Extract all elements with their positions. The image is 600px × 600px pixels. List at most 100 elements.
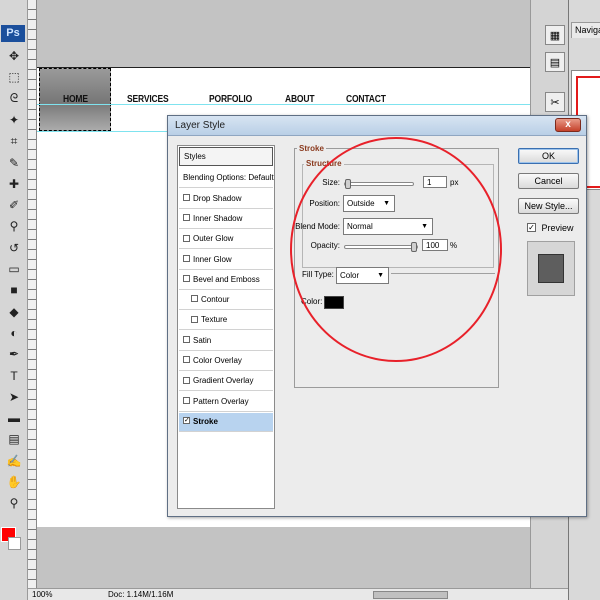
guide-line	[37, 104, 530, 105]
zoom-icon[interactable]: ⚲	[5, 494, 23, 512]
blend-mode-select[interactable]: Normal ▼	[343, 218, 433, 235]
style-item-color-overlay[interactable]: Color Overlay	[179, 352, 273, 371]
history-brush-icon[interactable]: ↺	[5, 239, 23, 257]
size-input[interactable]: 1	[423, 176, 447, 188]
tab-navigator[interactable]: Navigat	[571, 22, 600, 38]
vertical-ruler	[28, 0, 37, 588]
style-item-inner-glow[interactable]: Inner Glow	[179, 251, 273, 270]
notes-icon[interactable]: ▤	[5, 430, 23, 448]
magic-wand-icon[interactable]: ✦	[5, 111, 23, 129]
eyedropper2-icon[interactable]: ✍	[5, 452, 23, 470]
chevron-down-icon: ▼	[377, 272, 384, 279]
close-button[interactable]: x	[555, 118, 581, 132]
tools-panel-icon[interactable]: ✂	[545, 92, 565, 112]
position-select[interactable]: Outside ▼	[343, 195, 395, 212]
move-icon[interactable]: ✥	[5, 47, 23, 65]
ok-button[interactable]: OK	[518, 148, 579, 164]
size-slider[interactable]	[344, 179, 414, 189]
style-item-contour[interactable]: Contour	[179, 291, 273, 311]
eyedropper-icon[interactable]: ✎	[5, 154, 23, 172]
marquee-icon[interactable]: ⬚	[5, 68, 23, 86]
healing-brush-icon[interactable]: ✚	[5, 175, 23, 193]
hand-icon[interactable]: ✋	[5, 473, 23, 491]
style-item-bevel-and-emboss[interactable]: Bevel and Emboss	[179, 271, 273, 290]
position-label: Position:	[309, 199, 340, 208]
photoshop-logo: Ps	[1, 25, 25, 42]
stroke-color-swatch[interactable]	[324, 296, 344, 309]
style-checkbox[interactable]	[183, 275, 190, 283]
background-color-swatch[interactable]	[8, 537, 21, 550]
type-icon[interactable]: T	[5, 367, 23, 385]
style-item-label: Inner Shadow	[193, 213, 243, 223]
path-select-icon[interactable]: ➤	[5, 388, 23, 406]
fill-type-select[interactable]: Color ▼	[336, 267, 389, 284]
style-item-label: Inner Glow	[193, 254, 232, 264]
style-item-inner-shadow[interactable]: Inner Shadow	[179, 210, 273, 229]
layer-style-dialog: Layer Style x Styles Blending Options: De…	[167, 115, 587, 517]
style-item-label: Stroke	[193, 416, 218, 426]
style-item-label: Drop Shadow	[193, 193, 242, 203]
style-item-pattern-overlay[interactable]: Pattern Overlay	[179, 393, 273, 412]
brush-icon[interactable]: ✐	[5, 196, 23, 214]
blur-icon[interactable]: ◆	[5, 303, 23, 321]
shape-icon[interactable]: ▬	[5, 409, 23, 427]
navigator-panel-icon[interactable]: ▦	[545, 25, 565, 45]
style-item-label: Gradient Overlay	[193, 376, 254, 386]
opacity-slider-thumb[interactable]	[411, 242, 417, 252]
style-checkbox[interactable]	[183, 396, 190, 404]
fill-type-value: Color	[340, 271, 360, 280]
style-item-blending-options-default[interactable]: Blending Options: Default	[179, 169, 274, 189]
dialog-title-bar[interactable]: Layer Style x	[168, 116, 586, 136]
style-checkbox[interactable]	[183, 336, 190, 344]
lasso-icon[interactable]: ᘓ	[5, 90, 23, 108]
style-checkbox[interactable]: ✓	[183, 417, 190, 425]
style-checkbox[interactable]	[183, 356, 190, 364]
style-item-texture[interactable]: Texture	[179, 311, 273, 331]
style-checkbox[interactable]	[183, 376, 190, 384]
style-checkbox[interactable]	[191, 295, 198, 303]
style-item-label: Styles	[184, 152, 206, 161]
pen-icon[interactable]: ✒	[5, 345, 23, 363]
size-label: Size:	[322, 178, 340, 187]
style-item-drop-shadow[interactable]: Drop Shadow	[179, 190, 273, 209]
guide-line	[37, 131, 167, 132]
dodge-icon[interactable]: ◐	[5, 324, 23, 342]
dialog-title: Layer Style	[175, 120, 226, 131]
gradient-icon[interactable]: ■	[5, 281, 23, 299]
horizontal-scrollbar[interactable]	[373, 591, 448, 599]
style-item-outer-glow[interactable]: Outer Glow	[179, 230, 273, 250]
style-item-label: Texture	[201, 315, 228, 325]
blend-mode-label: Blend Mode:	[295, 222, 340, 231]
style-checkbox[interactable]	[191, 315, 198, 323]
chevron-down-icon: ▼	[383, 200, 390, 207]
style-item-satin[interactable]: Satin	[179, 332, 273, 351]
clone-stamp-icon[interactable]: ⚲	[5, 217, 23, 235]
zoom-level[interactable]: 100%	[32, 589, 52, 600]
style-item-gradient-overlay[interactable]: Gradient Overlay	[179, 372, 273, 392]
style-checkbox[interactable]	[183, 193, 190, 201]
preview-label: Preview	[541, 223, 574, 233]
style-checkbox[interactable]	[183, 234, 190, 242]
cancel-button[interactable]: Cancel	[518, 173, 579, 189]
fill-type-label: Fill Type:	[302, 270, 334, 279]
preview-checkbox[interactable]: ✓	[527, 223, 536, 233]
opacity-input[interactable]: 100	[422, 239, 448, 251]
styles-list: Styles Blending Options: Default Drop Shad…	[177, 145, 275, 509]
style-checkbox[interactable]	[183, 254, 190, 262]
style-item-stroke[interactable]: ✓ Stroke	[179, 412, 273, 432]
canvas-header-area	[37, 0, 530, 67]
preview-checkbox-row[interactable]: ✓ Preview	[527, 223, 574, 233]
opacity-slider[interactable]	[344, 242, 418, 252]
doc-size[interactable]: Doc: 1.14M/1.16M	[108, 589, 173, 600]
crop-icon[interactable]: ⌗	[5, 132, 23, 150]
style-item-label: Color Overlay	[193, 356, 242, 365]
histogram-panel-icon[interactable]: ▤	[545, 52, 565, 72]
style-item-label: Contour	[201, 295, 230, 305]
eraser-icon[interactable]: ▭	[5, 260, 23, 278]
status-bar: 100% Doc: 1.14M/1.16M	[28, 588, 568, 600]
style-item-label: Blending Options: Default	[183, 173, 274, 183]
new-style-button[interactable]: New Style...	[518, 198, 579, 214]
style-checkbox[interactable]	[183, 214, 190, 222]
style-item-styles[interactable]: Styles	[179, 147, 273, 166]
size-slider-thumb[interactable]	[345, 179, 351, 189]
